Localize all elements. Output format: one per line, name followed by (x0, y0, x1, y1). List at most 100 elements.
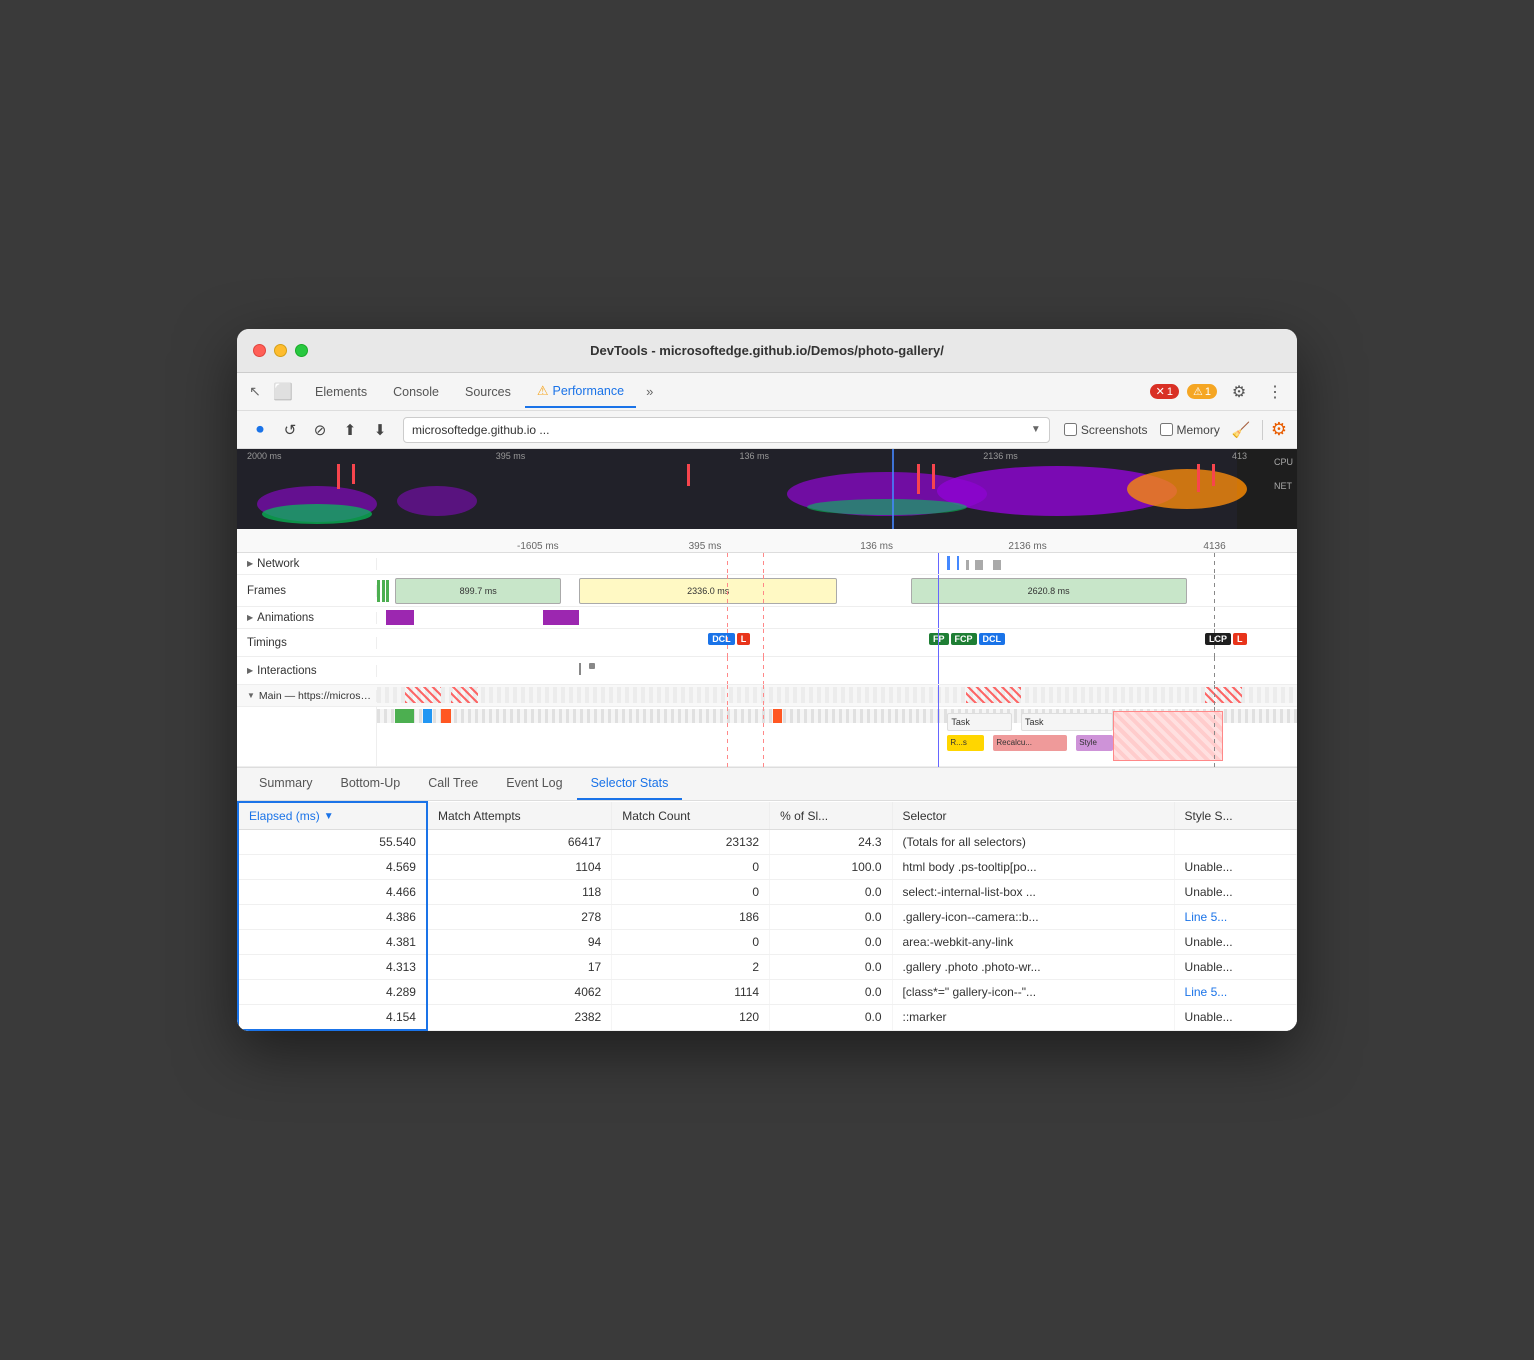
recalc-label-2: Recalcu... (996, 738, 1032, 747)
table-row[interactable]: 4.386 278 186 0.0 .gallery-icon--camera:… (238, 905, 1297, 930)
main-row-label[interactable]: ▼ Main — https://microsoftedge.github.io… (237, 690, 377, 702)
cell-attempts-2: 118 (427, 880, 612, 905)
animations-expand-icon[interactable]: ▶ (247, 613, 253, 622)
network-row-label[interactable]: ▶ Network (237, 558, 377, 570)
network-expand-icon[interactable]: ▶ (247, 559, 253, 568)
cell-styles-2: Unable... (1174, 880, 1296, 905)
table-row[interactable]: 4.313 17 2 0.0 .gallery .photo .photo-wr… (238, 955, 1297, 980)
device-icon[interactable]: ⬜ (273, 382, 293, 402)
col-style-s[interactable]: Style S... (1174, 802, 1296, 830)
interactions-row-label[interactable]: ▶ Interactions (237, 665, 377, 677)
tab-summary[interactable]: Summary (245, 768, 326, 800)
recalc-bar-1: R...s (947, 735, 984, 751)
anim-dashed-2 (763, 607, 764, 628)
url-bar[interactable]: microsoftedge.github.io ... ▼ (403, 417, 1050, 443)
col-match-attempts[interactable]: Match Attempts (427, 802, 612, 830)
cell-attempts-1: 1104 (427, 855, 612, 880)
cell-styles-6[interactable]: Line 5... (1174, 980, 1296, 1005)
interactions-expand-icon[interactable]: ▶ (247, 666, 253, 675)
cell-elapsed-0: 55.540 (238, 830, 427, 855)
col-selector[interactable]: Selector (892, 802, 1174, 830)
table-row[interactable]: 4.381 94 0 0.0 area:-webkit-any-link Una… (238, 930, 1297, 955)
task-red-3 (966, 687, 1021, 703)
download-button[interactable]: ⬇ (367, 417, 393, 443)
col-pct-slow[interactable]: % of Sl... (770, 802, 892, 830)
main-expand-icon[interactable]: ▼ (247, 691, 255, 700)
cell-attempts-7: 2382 (427, 1005, 612, 1031)
fcp-tag: FCP (951, 633, 977, 645)
cell-count-4: 0 (612, 930, 770, 955)
clear-button[interactable]: ⊘ (307, 417, 333, 443)
col-elapsed[interactable]: Elapsed (ms) ▼ (238, 802, 427, 830)
table-row[interactable]: 4.466 118 0 0.0 select:-internal-list-bo… (238, 880, 1297, 905)
toolbar-separator (1262, 420, 1263, 440)
cell-elapsed-2: 4.466 (238, 880, 427, 905)
dashed-line-2 (763, 553, 764, 574)
cell-styles-3[interactable]: Line 5... (1174, 905, 1296, 930)
tab-bottom-up[interactable]: Bottom-Up (326, 768, 414, 800)
frames-solid-1 (938, 575, 939, 607)
frame-bar-1: 899.7 ms (395, 578, 561, 604)
warning-triangle-icon: ⚠ (1193, 385, 1203, 398)
l-tag-2: L (1233, 633, 1247, 645)
tab-sources[interactable]: Sources (453, 376, 523, 408)
recalc-bar-2: Recalcu... (993, 735, 1067, 751)
settings-gear-icon[interactable]: ⚙ (1271, 419, 1287, 440)
more-options-button[interactable]: ⋮ (1261, 378, 1289, 406)
traffic-lights (253, 344, 308, 357)
screenshots-checkbox[interactable] (1064, 423, 1077, 436)
frame-bar-3: 2620.8 ms (911, 578, 1187, 604)
memory-checkbox[interactable] (1160, 423, 1173, 436)
l-tag-1: L (737, 633, 751, 645)
ruler-label-4: 2136 ms (1008, 541, 1046, 552)
minimize-button[interactable] (274, 344, 287, 357)
reload-button[interactable]: ↺ (277, 417, 303, 443)
task-red-2 (451, 687, 479, 703)
tab-elements[interactable]: Elements (303, 376, 379, 408)
frames-dashed-3 (1214, 575, 1215, 607)
tab-console[interactable]: Console (381, 376, 451, 408)
tasks-dashed-1 (727, 707, 728, 767)
maximize-button[interactable] (295, 344, 308, 357)
settings-button[interactable]: ⚙ (1225, 378, 1253, 406)
memory-option: Memory (1160, 423, 1220, 437)
col-match-count[interactable]: Match Count (612, 802, 770, 830)
main-dashed-2 (763, 685, 764, 707)
close-button[interactable] (253, 344, 266, 357)
animations-row-label[interactable]: ▶ Animations (237, 612, 377, 624)
timeline-ruler: -1605 ms 395 ms 136 ms 2136 ms 4136 (237, 529, 1297, 553)
network-row-content (377, 553, 1297, 574)
interactions-row-content (377, 657, 1297, 684)
main-dashed-1 (727, 685, 728, 707)
ruler-label-2: 395 ms (689, 541, 722, 552)
table-row[interactable]: 4.154 2382 120 0.0 ::marker Unable... (238, 1005, 1297, 1031)
url-text: microsoftedge.github.io ... (412, 423, 1031, 437)
dashed-line-3 (1214, 553, 1215, 574)
tab-selector-stats[interactable]: Selector Stats (577, 768, 683, 800)
record-button[interactable]: ⏺ (247, 417, 273, 443)
table-row[interactable]: 4.569 1104 0 100.0 html body .ps-tooltip… (238, 855, 1297, 880)
ruler-label-5: 4136 (1203, 541, 1225, 552)
task-red-4 (1205, 687, 1242, 703)
cell-styles-7: Unable... (1174, 1005, 1296, 1031)
tab-more-button[interactable]: » (638, 384, 661, 399)
tasks-solid-1 (938, 707, 939, 767)
broom-button[interactable]: 🧹 (1228, 417, 1254, 443)
tab-event-log[interactable]: Event Log (492, 768, 576, 800)
anim-solid-1 (938, 607, 939, 628)
upload-button[interactable]: ⬆ (337, 417, 363, 443)
frame-mini-2 (382, 580, 385, 602)
cursor-icon[interactable]: ↖ (245, 382, 265, 402)
timeline-overview[interactable]: 2000 ms 395 ms 136 ms 2136 ms 413 (237, 449, 1297, 529)
table-row[interactable]: 55.540 66417 23132 24.3 (Totals for all … (238, 830, 1297, 855)
tab-bar-right: ✕ 1 ⚠ 1 ⚙ ⋮ (1150, 378, 1289, 406)
task-label-2: Task (1025, 717, 1044, 727)
main-solid-1 (938, 685, 939, 707)
tab-call-tree[interactable]: Call Tree (414, 768, 492, 800)
cell-elapsed-6: 4.289 (238, 980, 427, 1005)
task-bar-1: Task (947, 713, 1011, 731)
table-row[interactable]: 4.289 4062 1114 0.0 [class*=" gallery-ic… (238, 980, 1297, 1005)
frames-row: Frames 899.7 ms 2336.0 ms 2620.8 ms (237, 575, 1297, 607)
tab-performance[interactable]: ⚠ Performance (525, 376, 636, 408)
cell-pct-5: 0.0 (770, 955, 892, 980)
